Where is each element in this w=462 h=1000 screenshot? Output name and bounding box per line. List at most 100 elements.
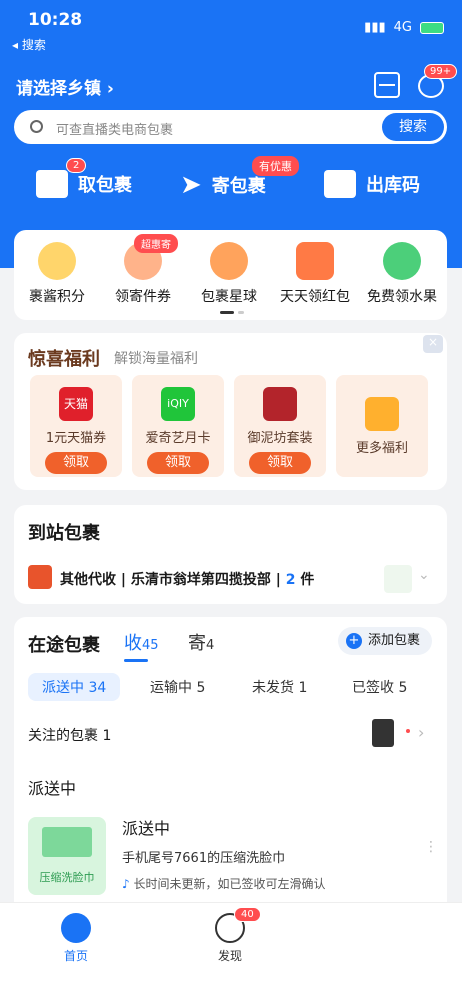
- town-selector[interactable]: 请选择乡镇 ›: [16, 74, 114, 99]
- more-icon[interactable]: ⋮: [424, 839, 438, 855]
- back-link[interactable]: ◂ 搜索: [12, 36, 46, 53]
- close-icon[interactable]: ×: [423, 335, 443, 353]
- welfare-item-more[interactable]: 更多福利: [336, 375, 428, 477]
- red-packet-icon: [296, 242, 334, 280]
- service-planet[interactable]: 包裹星球: [184, 242, 274, 306]
- search-icon: [30, 120, 43, 133]
- parcel-status: 派送中: [122, 819, 171, 838]
- discover-badge: 40: [234, 907, 261, 922]
- services-card: 裹酱积分 领寄件券 超惠寄 包裹星球 天天领红包 免费领水果: [14, 230, 447, 320]
- plus-icon: +: [346, 633, 362, 649]
- service-fruit[interactable]: 免费领水果: [357, 242, 447, 306]
- tab-bar: 首页 发现 40 好赚网 www.zhuanyes.com: [0, 902, 462, 1000]
- section-heading: 派送中: [28, 779, 77, 798]
- welfare-title: 惊喜福利: [28, 349, 100, 370]
- welfare-card: 惊喜福利 解锁海量福利 × 天猫 1元天猫券 领取 iQIY 爱奇艺月卡 领取 …: [14, 333, 447, 490]
- receive-count: 45: [142, 638, 159, 653]
- outbound-code-button[interactable]: 出库码: [324, 170, 420, 198]
- iqiyi-logo: iQIY: [161, 387, 195, 421]
- chevron-down-icon[interactable]: ⌄: [418, 567, 430, 583]
- parcel-thumb: 压缩洗脸巾: [28, 817, 106, 895]
- watermark-url: www.zhuanyes.com: [347, 979, 456, 992]
- post-logo: [384, 565, 412, 593]
- welfare-name: 爱奇艺月卡: [145, 431, 211, 446]
- nav-home-label: 首页: [63, 949, 88, 963]
- service-points[interactable]: 裹酱积分: [12, 242, 102, 306]
- status-time: 10:28: [28, 10, 83, 30]
- paper-plane-icon: ➤: [180, 170, 202, 200]
- watermark-logo: 好赚网: [323, 927, 456, 976]
- tab-send[interactable]: 寄4: [188, 629, 214, 655]
- claim-button[interactable]: 领取: [249, 452, 311, 474]
- unread-dot: [406, 729, 410, 733]
- nav-discover-label: 发现: [217, 949, 242, 963]
- header: 10:28 ▮▮▮ 4G ◂ 搜索 请选择乡镇 › 99+ 可查直播类电商包裹 …: [0, 0, 462, 268]
- signal-icon: ▮▮▮: [364, 20, 386, 35]
- welfare-subtitle: 解锁海量福利: [114, 351, 198, 367]
- arrived-card[interactable]: 到站包裹 其他代收 | 乐清市翁垟第四揽投部 | 2 件 ⌄: [14, 505, 447, 604]
- status-icons: ▮▮▮ 4G: [364, 20, 444, 35]
- cosmetics-image: [263, 387, 297, 421]
- pickup-label: 取包裹: [78, 175, 132, 196]
- transit-title: 在途包裹: [28, 635, 100, 656]
- id-card-icon: [324, 170, 356, 198]
- store-icon: [28, 565, 52, 589]
- service-label: 天天领红包: [280, 289, 350, 305]
- thumb-text: 压缩洗脸巾: [39, 871, 95, 884]
- add-parcel-button[interactable]: + 添加包裹: [338, 627, 433, 655]
- box-icon: [36, 170, 68, 198]
- search-button[interactable]: 搜索: [382, 113, 444, 141]
- towel-icon: [42, 827, 92, 857]
- tab-underline: [124, 659, 148, 662]
- home-icon: [61, 913, 91, 943]
- welfare-item-tmall[interactable]: 天猫 1元天猫券 领取: [30, 375, 122, 477]
- service-label: 领寄件券: [115, 289, 171, 305]
- welfare-item-cosmetics[interactable]: 御泥坊套装 领取: [234, 375, 326, 477]
- chevron-right-icon[interactable]: ›: [418, 723, 424, 742]
- welfare-name: 1元天猫券: [45, 431, 107, 446]
- claim-button[interactable]: 领取: [147, 452, 209, 474]
- coupon-badge: 超惠寄: [134, 234, 178, 253]
- smiley-icon: [38, 242, 76, 280]
- bell-icon: ♪: [122, 877, 130, 891]
- filter-delivering[interactable]: 派送中 34: [28, 673, 121, 701]
- nav-home[interactable]: 首页: [46, 913, 106, 964]
- search-input[interactable]: 可查直播类电商包裹: [56, 119, 173, 138]
- network-label: 4G: [393, 20, 412, 35]
- search-bar[interactable]: 可查直播类电商包裹 搜索: [14, 110, 447, 144]
- send-label: 寄包裹: [211, 176, 266, 197]
- welfare-name: 更多福利: [355, 441, 408, 456]
- welfare-item-iqiyi[interactable]: iQIY 爱奇艺月卡 领取: [132, 375, 224, 477]
- service-redpacket[interactable]: 天天领红包: [270, 242, 360, 306]
- scan-icon[interactable]: [374, 72, 400, 98]
- planet-icon: [210, 242, 248, 280]
- gift-icon: [365, 397, 399, 431]
- pickup-badge: 2: [66, 158, 87, 173]
- tmall-logo: 天猫: [59, 387, 93, 421]
- send-button[interactable]: ➤ 寄包裹: [180, 170, 266, 200]
- watermark: 好赚网 www.zhuanyes.com: [324, 918, 456, 992]
- claim-button[interactable]: 领取: [45, 452, 107, 474]
- parcel-note-text: 长时间未更新，如已签收可左滑确认: [133, 877, 326, 891]
- transit-card: 在途包裹 收45 寄4 + 添加包裹 派送中 34 运输中 5 未发货 1 已签…: [14, 617, 447, 917]
- service-label: 免费领水果: [367, 289, 437, 305]
- followed-parcels[interactable]: 关注的包裹 1: [28, 725, 111, 745]
- arrived-station: 其他代收 | 乐清市翁垟第四揽投部 |: [60, 572, 286, 588]
- send-badge: 有优惠: [252, 156, 299, 176]
- filter-signed[interactable]: 已签收 5: [352, 677, 407, 697]
- parcel-note: ♪ 长时间未更新，如已签收可左滑确认: [122, 875, 326, 892]
- page-indicator: [220, 311, 244, 314]
- tree-icon: [383, 242, 421, 280]
- filter-not-shipped[interactable]: 未发货 1: [252, 677, 307, 697]
- arrived-title: 到站包裹: [28, 523, 100, 544]
- filter-transporting[interactable]: 运输中 5: [150, 677, 205, 697]
- tab-receive[interactable]: 收45: [124, 629, 159, 655]
- tab-receive-label: 收: [124, 633, 142, 654]
- followed-thumb: [372, 719, 394, 747]
- battery-icon: [420, 21, 444, 34]
- welfare-name: 御泥坊套装: [247, 431, 313, 446]
- service-label: 裹酱积分: [29, 289, 85, 305]
- add-parcel-label: 添加包裹: [368, 633, 421, 648]
- pickup-button[interactable]: 取包裹: [36, 170, 132, 198]
- send-count: 4: [206, 638, 215, 653]
